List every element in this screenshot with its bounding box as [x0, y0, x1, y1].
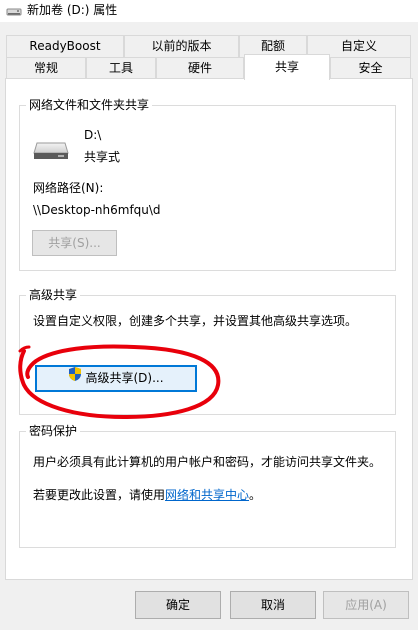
advanced-sharing-description: 设置自定义权限，创建多个共享，并设置其他高级共享选项。: [33, 314, 358, 328]
network-sharing-title: 网络文件和文件夹共享: [26, 98, 153, 112]
change-setting-suffix: 。: [249, 488, 262, 502]
tab-security[interactable]: 安全: [330, 57, 411, 79]
shared-drive-icon: [32, 126, 70, 164]
apply-button[interactable]: 应用(A): [323, 591, 409, 619]
drive-icon: [6, 4, 22, 18]
password-protection-description: 用户必须具有此计算机的用户帐户和密码，才能访问共享文件夹。: [33, 455, 382, 469]
tab-content-panel: 网络文件和文件夹共享 D:\ 共享式 网络路径(N): \\Desktop-nh…: [5, 78, 413, 580]
network-path-value: \\Desktop-nh6mfqu\d: [33, 203, 161, 217]
window-title: 新加卷 (D:) 属性: [27, 3, 118, 17]
red-circle-annotation: [14, 341, 226, 421]
ok-button[interactable]: 确定: [135, 591, 221, 619]
cancel-button[interactable]: 取消: [230, 591, 316, 619]
share-status: 共享式: [84, 150, 121, 164]
tab-tools[interactable]: 工具: [86, 57, 156, 79]
tab-hardware[interactable]: 硬件: [156, 57, 244, 79]
drive-letter: D:\: [84, 128, 102, 142]
share-button[interactable]: 共享(S)...: [32, 230, 117, 256]
change-setting-prefix: 若要更改此设置，请使用: [33, 488, 166, 502]
change-setting-line: 若要更改此设置，请使用网络和共享中心。: [33, 487, 261, 503]
tab-general[interactable]: 常规: [6, 57, 86, 79]
network-path-label: 网络路径(N):: [33, 181, 104, 195]
password-protection-title: 密码保护: [26, 424, 81, 438]
tab-sharing[interactable]: 共享: [244, 54, 330, 80]
advanced-sharing-title: 高级共享: [26, 288, 81, 302]
tab-previous-versions[interactable]: 以前的版本: [124, 35, 239, 57]
tab-readyboost[interactable]: ReadyBoost: [6, 35, 124, 57]
network-sharing-center-link[interactable]: 网络和共享中心: [165, 488, 249, 502]
